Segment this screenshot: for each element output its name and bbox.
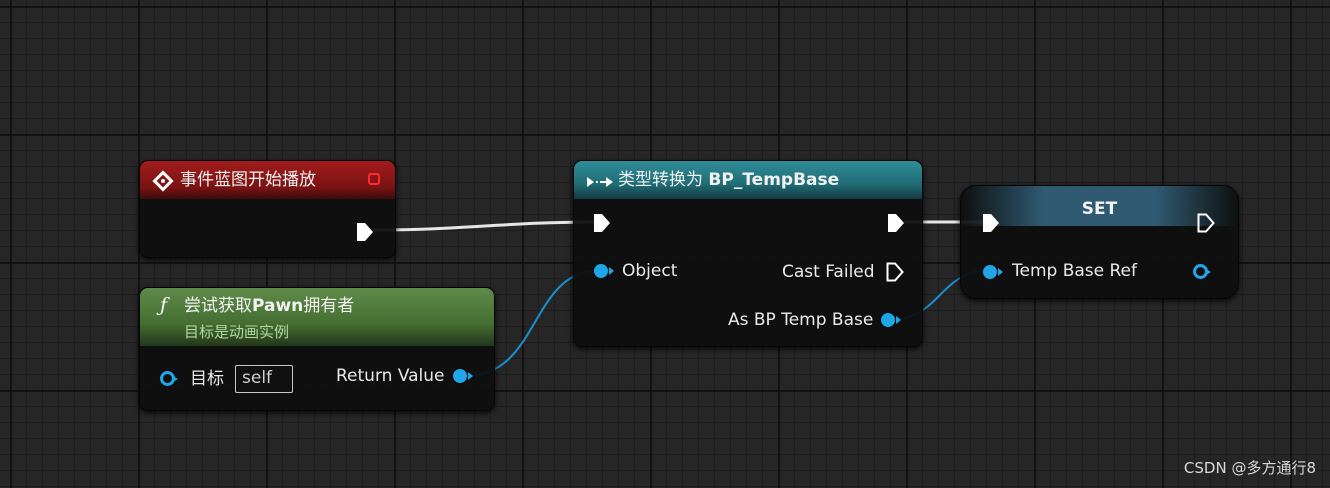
object-pin-label: Object <box>622 261 678 281</box>
function-title-prefix: 尝试获取 <box>184 296 252 316</box>
event-exec-out-pin[interactable] <box>356 222 374 246</box>
temp-base-ref-output-pin[interactable] <box>1193 264 1211 279</box>
event-node-header: 事件蓝图开始播放 <box>140 161 395 199</box>
target-self-field[interactable]: self <box>235 365 293 393</box>
return-value-label: Return Value <box>336 366 445 386</box>
function-title-bold: Pawn <box>252 296 304 316</box>
csdn-watermark: CSDN @多方通行8 <box>1183 459 1316 477</box>
blueprint-graph-canvas[interactable]: 事件蓝图开始播放 ƒ 尝试获取Pawn拥有者 目标是动画实例 目标 self R… <box>0 0 1330 488</box>
event-node-title: 事件蓝图开始播放 <box>180 170 316 190</box>
set-exec-in-pin[interactable] <box>982 213 1000 237</box>
set-variable-node[interactable]: SET Temp Base Ref <box>960 185 1239 299</box>
function-title-suffix: 拥有者 <box>303 296 355 316</box>
temp-base-ref-input-pin[interactable] <box>982 264 1004 284</box>
try-get-pawn-owner-node[interactable]: ƒ 尝试获取Pawn拥有者 目标是动画实例 目标 self Return Val… <box>139 287 495 411</box>
exec-wire-event-to-cast[interactable] <box>372 220 601 232</box>
return-value-output-pin[interactable] <box>452 368 474 388</box>
temp-base-ref-label: Temp Base Ref <box>1012 261 1138 281</box>
cast-exec-out-pin[interactable] <box>887 213 905 237</box>
cast-title-prefix: 类型转换为 <box>618 170 709 190</box>
function-node-title: 尝试获取Pawn拥有者 <box>184 295 354 317</box>
cast-node-header: 类型转换为 BP_TempBase <box>574 161 922 199</box>
event-begin-play-node[interactable]: 事件蓝图开始播放 <box>139 160 396 258</box>
target-input-pin[interactable] <box>160 371 178 386</box>
function-f-icon: ƒ <box>160 294 168 316</box>
set-exec-out-pin[interactable] <box>1197 213 1215 237</box>
function-node-header: ƒ 尝试获取Pawn拥有者 目标是动画实例 <box>140 288 494 346</box>
event-diamond-icon <box>152 170 174 198</box>
cast-failed-exec-out-pin[interactable] <box>886 262 904 286</box>
function-node-subtitle: 目标是动画实例 <box>184 323 290 341</box>
cast-title-bold: BP_TempBase <box>708 170 840 190</box>
cast-arrow-icon <box>586 173 614 195</box>
cast-exec-in-pin[interactable] <box>593 213 611 237</box>
cast-node-title: 类型转换为 BP_TempBase <box>618 169 839 191</box>
object-input-pin[interactable] <box>593 263 615 283</box>
delegate-output-pin[interactable] <box>368 173 380 185</box>
target-self-value: self <box>242 368 273 388</box>
as-bp-temp-base-output-pin[interactable] <box>880 312 902 332</box>
target-pin-label: 目标 <box>190 369 224 389</box>
as-bp-temp-base-label: As BP Temp Base <box>728 310 874 330</box>
cast-failed-label: Cast Failed <box>782 262 875 282</box>
cast-to-bp-tempbase-node[interactable]: 类型转换为 BP_TempBase Object Cast Failed As … <box>573 160 923 347</box>
